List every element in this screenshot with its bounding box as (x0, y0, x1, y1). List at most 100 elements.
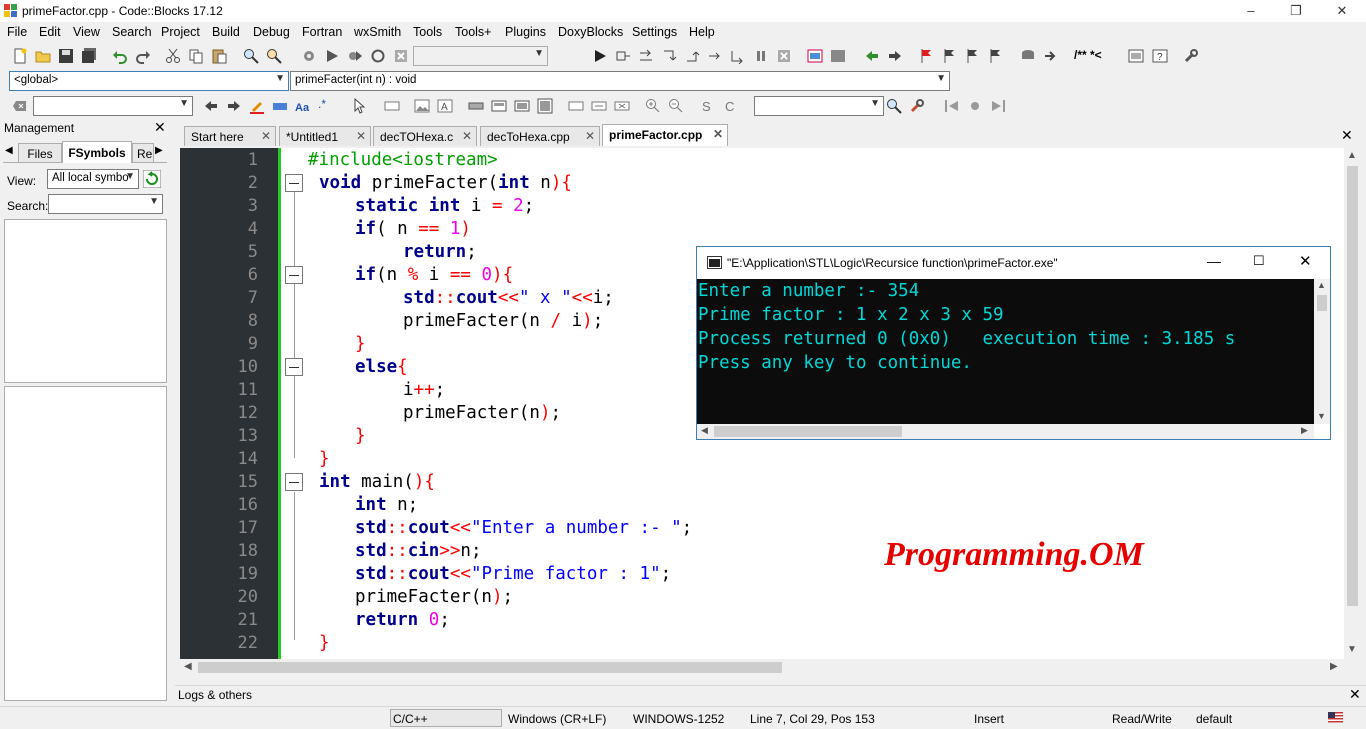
doxy-comment-button[interactable]: /** *< (1074, 48, 1102, 62)
tab-start-here[interactable]: Start here ✕ (184, 126, 276, 146)
menu-fortran[interactable]: Fortran (302, 25, 342, 39)
prev-bookmark-icon[interactable] (941, 48, 957, 64)
build-target-select[interactable]: ▼ (413, 46, 548, 66)
run-icon[interactable] (324, 48, 340, 64)
html-docs-icon[interactable] (1128, 48, 1144, 64)
minimize-button[interactable]: – (1228, 0, 1274, 22)
menu-doxyblocks[interactable]: DoxyBlocks (558, 25, 623, 39)
close-tab-icon[interactable]: ✕ (261, 129, 271, 143)
menu-project[interactable]: Project (161, 25, 200, 39)
debugging-windows-icon[interactable] (807, 48, 823, 64)
clear-search-icon[interactable] (12, 98, 28, 114)
fold-toggle-icon[interactable] (285, 174, 303, 192)
scroll-down-icon[interactable]: ▼ (1347, 644, 1357, 655)
view-select[interactable]: All local symbo ▼ (47, 169, 139, 189)
copy-icon[interactable] (188, 48, 204, 64)
menu-build[interactable]: Build (212, 25, 240, 39)
menu-edit[interactable]: Edit (39, 25, 61, 39)
console-maximize-button[interactable]: ☐ (1253, 253, 1265, 269)
menu-view[interactable]: View (73, 25, 100, 39)
menu-help[interactable]: Help (689, 25, 715, 39)
bitmap-tool-icon[interactable] (414, 98, 430, 114)
zoom-in-icon[interactable] (645, 98, 661, 114)
layout-row-icon[interactable] (468, 98, 484, 114)
scrollbar-thumb[interactable] (198, 662, 782, 673)
jump-back-icon[interactable] (944, 98, 960, 114)
rebuild-icon[interactable] (370, 48, 386, 64)
scope-select[interactable]: <global> ▼ (9, 71, 289, 91)
spacer-icon[interactable] (568, 98, 584, 114)
editor-horizontal-scrollbar[interactable]: ◀ ▶ (180, 659, 1344, 676)
tab-resources[interactable]: Re (132, 143, 154, 163)
scrollbar-thumb[interactable] (714, 426, 902, 437)
jump-home-icon[interactable] (967, 98, 983, 114)
thread-search-options-icon[interactable] (909, 98, 925, 114)
find-icon[interactable] (243, 48, 259, 64)
menu-wxsmith[interactable]: wxSmith (354, 25, 401, 39)
function-select[interactable]: primeFacter(int n) : void ▼ (290, 71, 950, 91)
search-back-arrow-icon[interactable] (203, 98, 219, 114)
menu-tools-plus[interactable]: Tools+ (455, 25, 491, 39)
settings-wrench-icon[interactable] (1183, 48, 1199, 64)
fold-toggle-icon[interactable] (285, 473, 303, 491)
save-all-icon[interactable] (81, 48, 97, 64)
scroll-right-icon[interactable]: ▶ (1330, 661, 1338, 672)
build-and-run-icon[interactable] (347, 48, 363, 64)
thread-search-icon[interactable] (886, 98, 902, 114)
layout-grid-icon[interactable] (514, 98, 530, 114)
console-minimize-button[interactable]: — (1207, 253, 1221, 269)
console-close-button[interactable]: ✕ (1299, 252, 1312, 270)
close-panel-icon[interactable]: ✕ (154, 119, 166, 136)
chm-help-icon[interactable]: ? (1152, 48, 1168, 64)
redo-icon[interactable] (135, 48, 151, 64)
next-bookmark-icon[interactable] (964, 48, 980, 64)
info-window-icon[interactable] (830, 48, 846, 64)
jump-forward-icon[interactable] (990, 98, 1006, 114)
back-arrow-icon[interactable] (864, 48, 880, 64)
rect-tool-icon[interactable] (384, 98, 400, 114)
tab-scroll-left-icon[interactable]: ◀ (5, 145, 13, 156)
scroll-up-icon[interactable]: ▲ (1347, 150, 1357, 161)
step-into-instruction-icon[interactable] (730, 48, 746, 64)
close-tab-icon[interactable]: ✕ (356, 129, 366, 143)
layout-box-icon[interactable] (537, 98, 553, 114)
next-line-icon[interactable] (638, 48, 654, 64)
fold-toggle-icon[interactable] (285, 266, 303, 284)
extract-docs-icon[interactable] (1043, 48, 1059, 64)
menu-debug[interactable]: Debug (253, 25, 290, 39)
toggle-bookmark-icon[interactable] (918, 48, 934, 64)
pause-icon[interactable] (753, 48, 769, 64)
console-vertical-scrollbar[interactable]: ▲ ▼ (1314, 279, 1330, 424)
clear-bookmarks-icon[interactable] (987, 48, 1003, 64)
incremental-search-input[interactable]: ▼ (33, 96, 193, 116)
scrollbar-thumb[interactable] (1347, 166, 1358, 606)
step-out-icon[interactable] (684, 48, 700, 64)
step-into-icon[interactable] (661, 48, 677, 64)
menu-plugins[interactable]: Plugins (505, 25, 546, 39)
fold-toggle-icon[interactable] (285, 358, 303, 376)
forward-arrow-icon[interactable] (887, 48, 903, 64)
debug-start-icon[interactable] (592, 48, 608, 64)
abort-icon[interactable] (393, 48, 409, 64)
scroll-down-icon[interactable]: ▼ (1317, 411, 1326, 421)
scroll-left-icon[interactable]: ◀ (701, 425, 708, 436)
tab-files[interactable]: Files (18, 143, 62, 163)
close-tab-icon[interactable]: ✕ (462, 129, 472, 143)
tab-dectohexa-cpp[interactable]: decToHexa.cpp ✕ (480, 126, 600, 146)
next-instruction-icon[interactable] (707, 48, 723, 64)
scroll-up-icon[interactable]: ▲ (1317, 280, 1326, 290)
tab-untitled1[interactable]: *Untitled1 ✕ (279, 126, 371, 146)
menu-file[interactable]: File (7, 25, 27, 39)
paste-icon[interactable] (211, 48, 227, 64)
match-case-icon[interactable]: Aa (295, 98, 311, 114)
selected-text-icon[interactable] (272, 98, 288, 114)
tab-dectohexa-c[interactable]: decTOHexa.c ✕ (373, 126, 477, 146)
replace-icon[interactable] (266, 48, 282, 64)
close-tab-icon[interactable]: ✕ (585, 129, 595, 143)
undo-icon[interactable] (112, 48, 128, 64)
tab-fsymbols[interactable]: FSymbols (62, 141, 132, 163)
c-tool-icon[interactable]: C (722, 98, 738, 114)
run-to-cursor-icon[interactable] (615, 48, 631, 64)
regex-toggle[interactable]: .* (318, 97, 326, 111)
close-editor-icon[interactable]: ✕ (1341, 127, 1353, 144)
